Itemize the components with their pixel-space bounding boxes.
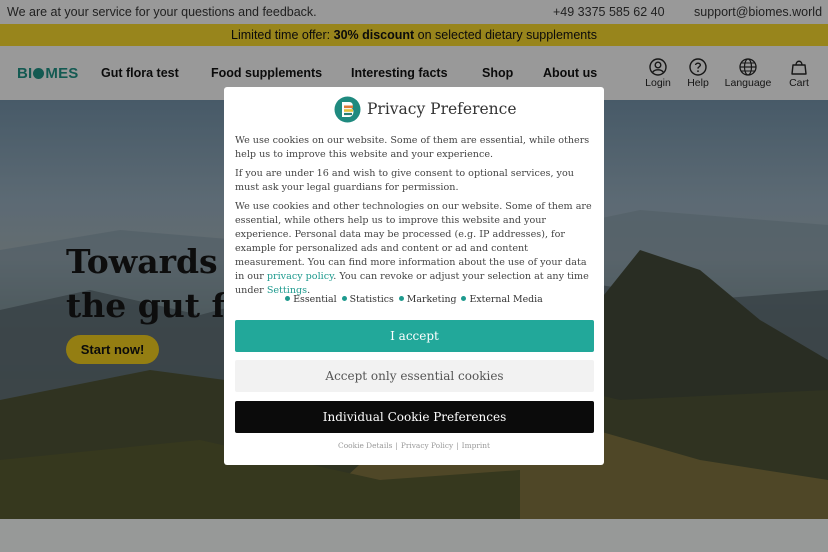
brand-mark-icon — [334, 96, 361, 123]
cookie-details-text: We use cookies and other technologies on… — [235, 200, 595, 298]
dialog-title: Privacy Preference — [367, 100, 517, 118]
age-consent-text: If you are under 16 and wish to give con… — [235, 168, 574, 193]
category-label: Marketing — [406, 294, 457, 305]
dialog-header: Privacy Preference — [224, 96, 604, 124]
category-external-media[interactable]: External Media — [461, 294, 543, 305]
category-marketing[interactable]: Marketing — [398, 294, 457, 305]
details-text-part1: We use cookies and other technologies on… — [235, 201, 592, 282]
individual-preferences-button[interactable]: Individual Cookie Preferences — [235, 401, 594, 433]
privacy-policy-link[interactable]: privacy policy — [267, 271, 333, 282]
category-label: Statistics — [349, 294, 394, 305]
accept-all-button[interactable]: I accept — [235, 320, 594, 352]
footer-privacy-policy-link[interactable]: Privacy Policy — [401, 441, 453, 450]
cookie-details-link[interactable]: Cookie Details — [338, 441, 392, 450]
category-statistics[interactable]: Statistics — [341, 294, 394, 305]
category-label: Essential — [293, 294, 337, 305]
dialog-footer-links: Cookie Details | Privacy Policy | Imprint — [338, 441, 490, 450]
category-label: External Media — [469, 294, 543, 305]
accept-essential-button[interactable]: Accept only essential cookies — [235, 360, 594, 392]
cookie-intro-text: We use cookies on our website. Some of t… — [235, 135, 590, 160]
cookie-categories: Essential Statistics Marketing External … — [224, 294, 604, 305]
privacy-preference-dialog: Privacy Preference We use cookies on our… — [224, 87, 604, 465]
category-essential[interactable]: Essential — [285, 294, 337, 305]
imprint-link[interactable]: Imprint — [462, 441, 490, 450]
